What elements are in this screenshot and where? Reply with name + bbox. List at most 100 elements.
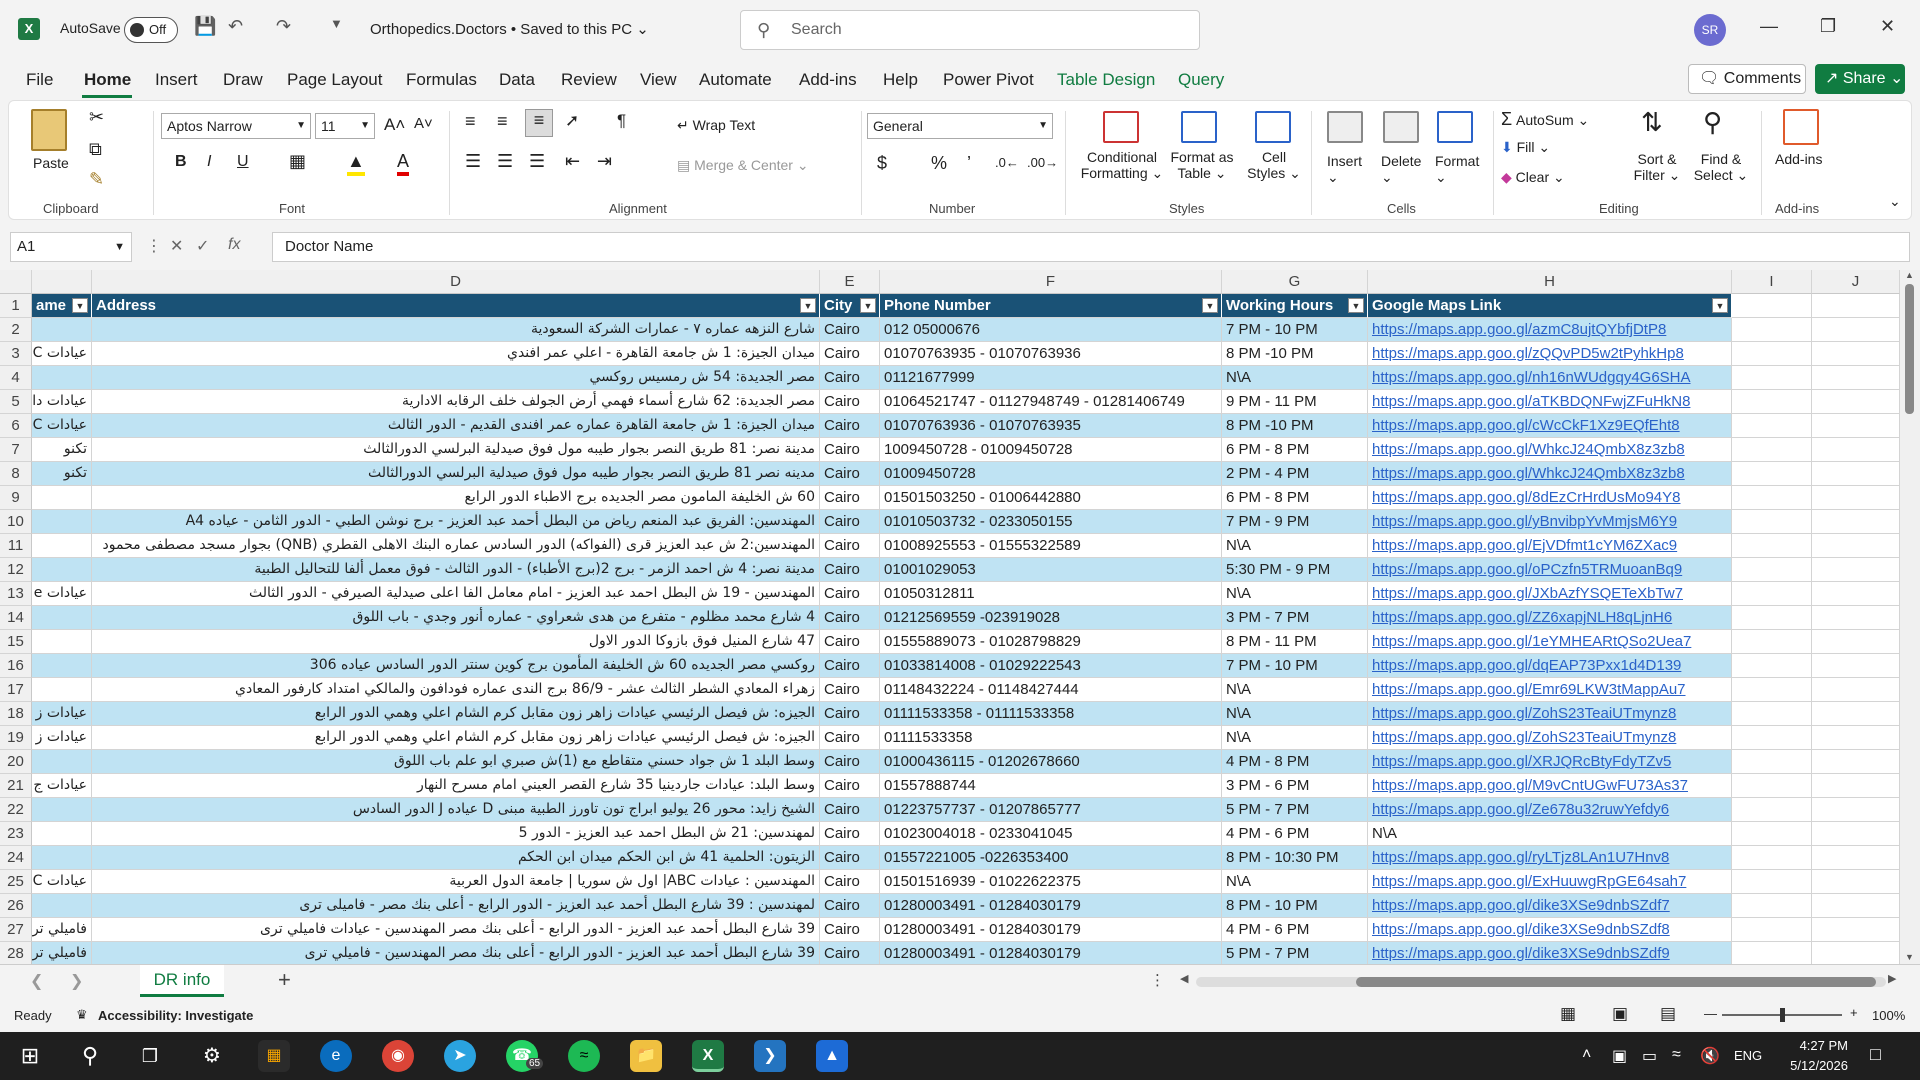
scroll-up-icon[interactable]: ▲ — [1905, 270, 1914, 280]
cell-maps-link[interactable]: N\A — [1368, 822, 1732, 846]
scroll-left-icon[interactable]: ◀ — [1180, 972, 1188, 985]
cell-name[interactable] — [32, 630, 92, 654]
taskbar-search-icon[interactable]: ⚲ — [74, 1040, 106, 1072]
cell-name[interactable]: عيادات e — [32, 582, 92, 606]
row-header[interactable]: 14 — [0, 606, 32, 630]
cell-hours[interactable]: 4 PM - 6 PM — [1222, 918, 1368, 942]
empty-cell[interactable] — [1812, 750, 1900, 774]
empty-cell[interactable] — [1812, 582, 1900, 606]
cell-phone[interactable]: 01223757737 - 01207865777 — [880, 798, 1222, 822]
cell-address[interactable]: 39 شارع البطل أحمد عبد العزيز - الدور ال… — [92, 918, 820, 942]
row-header[interactable]: 5 — [0, 390, 32, 414]
empty-cell[interactable] — [1812, 630, 1900, 654]
filter-dropdown-icon[interactable]: ▼ — [1348, 298, 1364, 313]
empty-cell[interactable] — [1812, 870, 1900, 894]
font-color-icon[interactable]: A — [397, 151, 410, 176]
cell-phone[interactable]: 01111533358 - 01111533358 — [880, 702, 1222, 726]
cell-hours[interactable]: 7 PM - 10 PM — [1222, 654, 1368, 678]
tab-formulas[interactable]: Formulas — [406, 70, 477, 90]
row-header[interactable]: 20 — [0, 750, 32, 774]
insert-cells-icon[interactable] — [1327, 111, 1363, 143]
cell-name[interactable]: عيادات C — [32, 414, 92, 438]
cell-phone[interactable]: 01501503250 - 01006442880 — [880, 486, 1222, 510]
cell-hours[interactable]: 5:30 PM - 9 PM — [1222, 558, 1368, 582]
cell-name[interactable] — [32, 486, 92, 510]
cell-maps-link[interactable]: https://maps.app.goo.gl/cWcCkF1Xz9EQfEht… — [1368, 414, 1732, 438]
text-direction-icon[interactable]: ¶ — [617, 111, 626, 131]
formula-input[interactable]: Doctor Name — [272, 232, 1910, 262]
empty-cell[interactable] — [1732, 678, 1812, 702]
empty-cell[interactable] — [1812, 702, 1900, 726]
cell-address[interactable]: وسط البلد: عيادات جاردينيا 35 شارع القصر… — [92, 774, 820, 798]
empty-cell[interactable] — [1732, 606, 1812, 630]
autosum-button[interactable]: Σ AutoSum ⌄ — [1501, 109, 1589, 130]
show-hidden-icons-icon[interactable]: ˄ — [1582, 1046, 1591, 1064]
empty-cell[interactable] — [1732, 390, 1812, 414]
underline-icon[interactable]: U — [237, 153, 249, 171]
cell-phone[interactable]: 01212569559 -023919028 — [880, 606, 1222, 630]
cell-hours[interactable]: 8 PM - 11 PM — [1222, 630, 1368, 654]
cell-name[interactable]: عيادات ز — [32, 702, 92, 726]
empty-cell[interactable] — [1732, 750, 1812, 774]
cell-maps-link[interactable]: https://maps.app.goo.gl/M9vCntUGwFU73As3… — [1368, 774, 1732, 798]
edge-browser-icon[interactable]: e — [320, 1040, 352, 1072]
cell-hours[interactable]: 4 PM - 8 PM — [1222, 750, 1368, 774]
cell-phone[interactable]: 01008925553 - 01555322589 — [880, 534, 1222, 558]
cell-address[interactable]: زهراء المعادي الشطر الثالث عشر - 86/9 بر… — [92, 678, 820, 702]
tab-page-layout[interactable]: Page Layout — [287, 70, 382, 90]
cell-address[interactable]: وسط البلد 1 ش جواد حسني متقاطع مع (1)ش ص… — [92, 750, 820, 774]
spotify-icon[interactable]: ≈ — [568, 1040, 600, 1072]
chrome-browser-icon[interactable]: ◉ — [382, 1040, 414, 1072]
cell-address[interactable]: مدينه نصر 81 طريق النصر بجوار طيبه مول ف… — [92, 462, 820, 486]
row-header[interactable]: 15 — [0, 630, 32, 654]
cell-hours[interactable]: N\A — [1222, 870, 1368, 894]
cell-phone[interactable]: 01064521747 - 01127948749 - 01281406749 — [880, 390, 1222, 414]
percent-icon[interactable]: % — [931, 153, 947, 174]
row-header[interactable]: 13 — [0, 582, 32, 606]
empty-cell[interactable] — [1732, 894, 1812, 918]
cell-city[interactable]: Cairo — [820, 510, 880, 534]
fill-color-icon[interactable]: ▲ — [347, 151, 365, 176]
cell-phone[interactable]: 01557888744 — [880, 774, 1222, 798]
filter-dropdown-icon[interactable]: ▼ — [72, 298, 88, 313]
column-header-h[interactable]: H — [1368, 270, 1732, 294]
autosave-toggle[interactable]: Off — [124, 17, 178, 43]
empty-cell[interactable] — [1732, 438, 1812, 462]
cell-city[interactable]: Cairo — [820, 462, 880, 486]
input-language[interactable]: ENG — [1734, 1048, 1762, 1063]
empty-cell[interactable] — [1812, 510, 1900, 534]
bold-icon[interactable]: B — [175, 153, 187, 171]
tab-table-design[interactable]: Table Design — [1057, 70, 1155, 90]
header-cell-phone[interactable]: Phone Number ▼ — [880, 294, 1222, 318]
cell-maps-link[interactable]: https://maps.app.goo.gl/nh16nWUdgqy4G6SH… — [1368, 366, 1732, 390]
cell-maps-link[interactable]: https://maps.app.goo.gl/dike3XSe9dnbSZdf… — [1368, 918, 1732, 942]
empty-cell[interactable] — [1732, 702, 1812, 726]
row-header[interactable]: 18 — [0, 702, 32, 726]
tab-view[interactable]: View — [640, 70, 677, 90]
collapse-ribbon-icon[interactable]: ⌄ — [1889, 193, 1901, 210]
row-header[interactable]: 11 — [0, 534, 32, 558]
format-cells-button[interactable]: Format ⌄ — [1435, 153, 1479, 186]
row-header[interactable]: 24 — [0, 846, 32, 870]
name-box[interactable]: A1 ▼ — [10, 232, 132, 262]
cell-name[interactable] — [32, 654, 92, 678]
cell-maps-link[interactable]: https://maps.app.goo.gl/dqEAP73Pxx1d4D13… — [1368, 654, 1732, 678]
cell-hours[interactable]: 9 PM - 11 PM — [1222, 390, 1368, 414]
header-cell-maps[interactable]: Google Maps Link ▼ — [1368, 294, 1732, 318]
row-header[interactable]: 21 — [0, 774, 32, 798]
cell-hours[interactable]: 7 PM - 10 PM — [1222, 318, 1368, 342]
empty-cell[interactable] — [1732, 870, 1812, 894]
paste-icon[interactable] — [31, 109, 67, 151]
row-header[interactable]: 12 — [0, 558, 32, 582]
normal-view-icon[interactable]: ▦ — [1560, 1004, 1576, 1024]
empty-cell[interactable] — [1732, 726, 1812, 750]
cell-city[interactable]: Cairo — [820, 630, 880, 654]
cell-address[interactable]: مدينة نصر: 81 طريق النصر بجوار طيبه مول … — [92, 438, 820, 462]
empty-cell[interactable] — [1732, 774, 1812, 798]
empty-cell[interactable] — [1732, 582, 1812, 606]
cell-maps-link[interactable]: https://maps.app.goo.gl/EjVDfmt1cYM6ZXac… — [1368, 534, 1732, 558]
cell-city[interactable]: Cairo — [820, 726, 880, 750]
empty-cell[interactable] — [1732, 414, 1812, 438]
cell-maps-link[interactable]: https://maps.app.goo.gl/1eYMHEARtQSo2Uea… — [1368, 630, 1732, 654]
tab-query[interactable]: Query — [1178, 70, 1224, 90]
